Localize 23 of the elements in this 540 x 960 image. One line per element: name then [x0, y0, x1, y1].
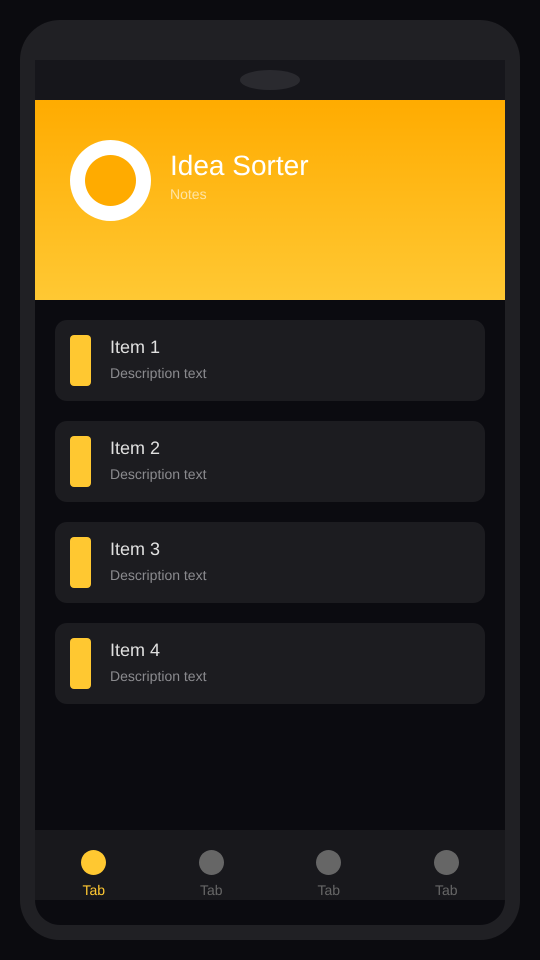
item-description: Description text [110, 464, 206, 484]
item-description: Description text [110, 364, 206, 383]
list-item[interactable]: Item 1 Description text [55, 320, 485, 401]
item-title: Item 4 [110, 640, 162, 662]
tab-dot-icon [198, 850, 224, 875]
item-title: Item 2 [110, 438, 162, 460]
tab-dot-icon [316, 850, 342, 875]
tab[interactable]: Tab [35, 830, 152, 900]
item-title: Item 1 [110, 337, 162, 359]
app-subtitle: Notes [170, 185, 208, 204]
accent-bar [70, 638, 91, 689]
item-title: Item 3 [110, 539, 162, 561]
list-item[interactable]: Item 3 Description text [55, 522, 485, 603]
tab-dot-icon [434, 850, 459, 875]
tab-dot-icon [81, 850, 106, 875]
accent-bar [70, 537, 91, 588]
app-title: Idea Sorter [170, 152, 309, 180]
accent-bar [70, 436, 91, 487]
item-description: Description text [110, 566, 206, 585]
item-description: Description text [110, 666, 206, 686]
accent-bar [70, 335, 91, 386]
list-item[interactable]: Item 4 Description text [55, 623, 485, 704]
list-item[interactable]: Item 2 Description text [55, 421, 485, 502]
